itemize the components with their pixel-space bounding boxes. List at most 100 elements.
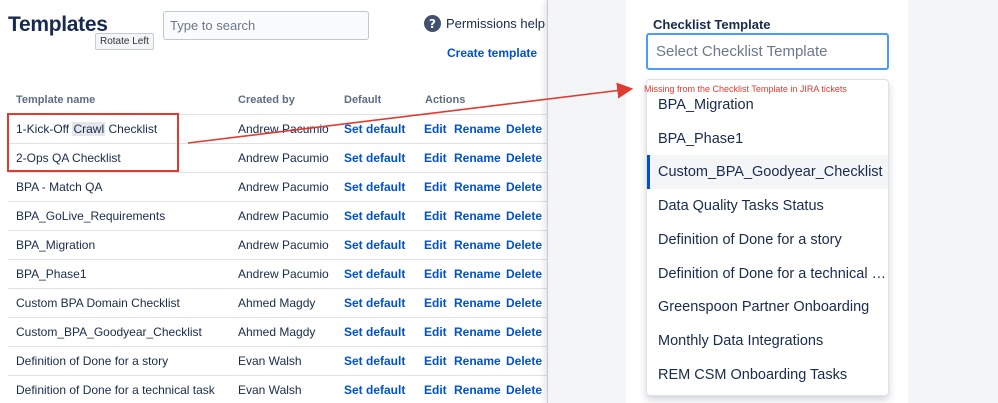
delete-link[interactable]: Delete [506,289,542,318]
edit-link[interactable]: Edit [424,231,447,260]
template-name-pre: Custom BPA Domain Checklist [16,296,180,310]
create-template-link[interactable]: Create template [447,46,537,60]
created-by-cell: Evan Walsh [238,376,302,403]
dropdown-option[interactable]: Custom_BPA_Goodyear_Checklist [647,155,889,189]
rename-link[interactable]: Rename [454,289,501,318]
delete-link[interactable]: Delete [506,144,542,173]
template-name-pre: Definition of Done for a story [16,354,168,368]
set-default-link[interactable]: Set default [344,115,405,144]
page-title: Templates [8,13,108,37]
dropdown-option[interactable]: Greenspoon Partner Onboarding [647,290,889,324]
rename-link[interactable]: Rename [454,231,501,260]
delete-link[interactable]: Delete [506,260,542,289]
checklist-template-dropdown: BPA_MigrationBPA_Phase1Custom_BPA_Goodye… [646,79,889,396]
rename-link[interactable]: Rename [454,318,501,347]
delete-link[interactable]: Delete [506,173,542,202]
template-name-cell: BPA_Phase1 [16,260,87,289]
table-row: Definition of Done for a technical task E… [8,375,547,403]
table-row: Custom BPA Domain Checklist Ahmed Magdy Se… [8,288,547,317]
template-name-pre: BPA - Match QA [16,180,102,194]
template-name-pre: 2-Ops QA Checklist [16,151,121,165]
edit-link[interactable]: Edit [424,115,447,144]
edit-link[interactable]: Edit [424,144,447,173]
template-name-pre: Definition of Done for a technical task [16,383,215,397]
table-row: 1-Kick-Off Crawl ChecklistAndrew Pacumio… [8,114,547,143]
template-name-cell: Definition of Done for a technical task [16,376,215,403]
created-by-cell: Ahmed Magdy [238,289,315,318]
rename-link[interactable]: Rename [454,173,501,202]
delete-link[interactable]: Delete [506,318,542,347]
template-name-pre: BPA_Phase1 [16,267,87,281]
template-name-cell: 2-Ops QA Checklist [16,144,121,173]
set-default-link[interactable]: Set default [344,260,405,289]
set-default-link[interactable]: Set default [344,202,405,231]
table-row: 2-Ops QA ChecklistAndrew PacumioSet defa… [8,143,547,172]
template-name-pre: BPA_Migration [16,238,95,252]
table-row: BPA_Phase1 Andrew Pacumio Set default Edit R… [8,259,547,288]
created-by-cell: Evan Walsh [238,347,302,376]
column-header-template-name: Template name [16,94,95,106]
template-name-highlight: Crawl [72,122,105,136]
edit-link[interactable]: Edit [424,347,447,376]
set-default-link[interactable]: Set default [344,347,405,376]
dropdown-option[interactable]: Data Quality Tasks Status [647,189,889,223]
set-default-link[interactable]: Set default [344,318,405,347]
rename-link[interactable]: Rename [454,144,501,173]
template-name-post: Checklist [105,122,157,136]
created-by-cell: Andrew Pacumio [238,260,329,289]
template-name-cell: Definition of Done for a story [16,347,168,376]
created-by-cell: Andrew Pacumio [238,202,329,231]
delete-link[interactable]: Delete [506,347,542,376]
delete-link[interactable]: Delete [506,115,542,144]
template-name-pre: 1-Kick-Off [16,122,72,136]
edit-link[interactable]: Edit [424,202,447,231]
table-row: BPA_GoLive_Requirements Andrew Pacumio Set… [8,201,547,230]
created-by-cell: Andrew Pacumio [238,173,329,202]
template-name-cell: BPA - Match QA [16,173,102,202]
set-default-link[interactable]: Set default [344,289,405,318]
rename-link[interactable]: Rename [454,202,501,231]
rename-link[interactable]: Rename [454,347,501,376]
template-name-cell: Custom BPA Domain Checklist [16,289,180,318]
checklist-panel: Checklist Template Select Checklist Temp… [626,0,908,403]
delete-link[interactable]: Delete [506,376,542,403]
dropdown-option[interactable]: Definition of Done for a story [647,223,889,257]
set-default-link[interactable]: Set default [344,144,405,173]
template-name-cell: Custom_BPA_Goodyear_Checklist [16,318,202,347]
permissions-help-link[interactable]: ? Permissions help [424,15,545,32]
annotation-wrapper: Missing from the Checklist Template in J… [644,84,847,94]
rename-link[interactable]: Rename [454,260,501,289]
table-row: Custom_BPA_Goodyear_ChecklistAhmed Magdy… [8,317,547,346]
edit-link[interactable]: Edit [424,173,447,202]
search-input[interactable] [163,11,369,40]
rename-link[interactable]: Rename [454,376,501,403]
delete-link[interactable]: Delete [506,202,542,231]
edit-link[interactable]: Edit [424,260,447,289]
template-name-cell: 1-Kick-Off Crawl Checklist [16,115,157,144]
dropdown-option[interactable]: Monthly Data Integrations [647,324,889,358]
table-row: BPA_Migration Andrew Pacumio Set default Ed… [8,230,547,259]
missing-annotation: Missing from the Checklist Template in J… [644,84,847,94]
templates-page: Templates Rotate Left ? Permissions help… [0,0,547,403]
template-name-cell: BPA_GoLive_Requirements [16,202,165,231]
column-header-actions: Actions [425,94,465,106]
edit-link[interactable]: Edit [424,318,447,347]
column-header-created-by: Created by [238,94,295,106]
question-circle-icon: ? [424,15,441,32]
set-default-link[interactable]: Set default [344,376,405,403]
permissions-help-label: Permissions help [446,16,545,31]
dropdown-option[interactable]: REM CSM Onboarding Tasks [647,358,889,392]
edit-link[interactable]: Edit [424,376,447,403]
created-by-cell: Andrew Pacumio [238,231,329,260]
dropdown-option[interactable]: BPA_Phase1 [647,122,889,156]
set-default-link[interactable]: Set default [344,173,405,202]
rename-link[interactable]: Rename [454,115,501,144]
rotate-left-tooltip: Rotate Left [95,33,154,50]
delete-link[interactable]: Delete [506,231,542,260]
set-default-link[interactable]: Set default [344,231,405,260]
checklist-template-select[interactable]: Select Checklist Template [646,33,889,70]
checklist-template-label: Checklist Template [653,17,771,32]
edit-link[interactable]: Edit [424,289,447,318]
template-name-pre: BPA_GoLive_Requirements [16,209,165,223]
dropdown-option[interactable]: Definition of Done for a technical task [647,257,889,291]
